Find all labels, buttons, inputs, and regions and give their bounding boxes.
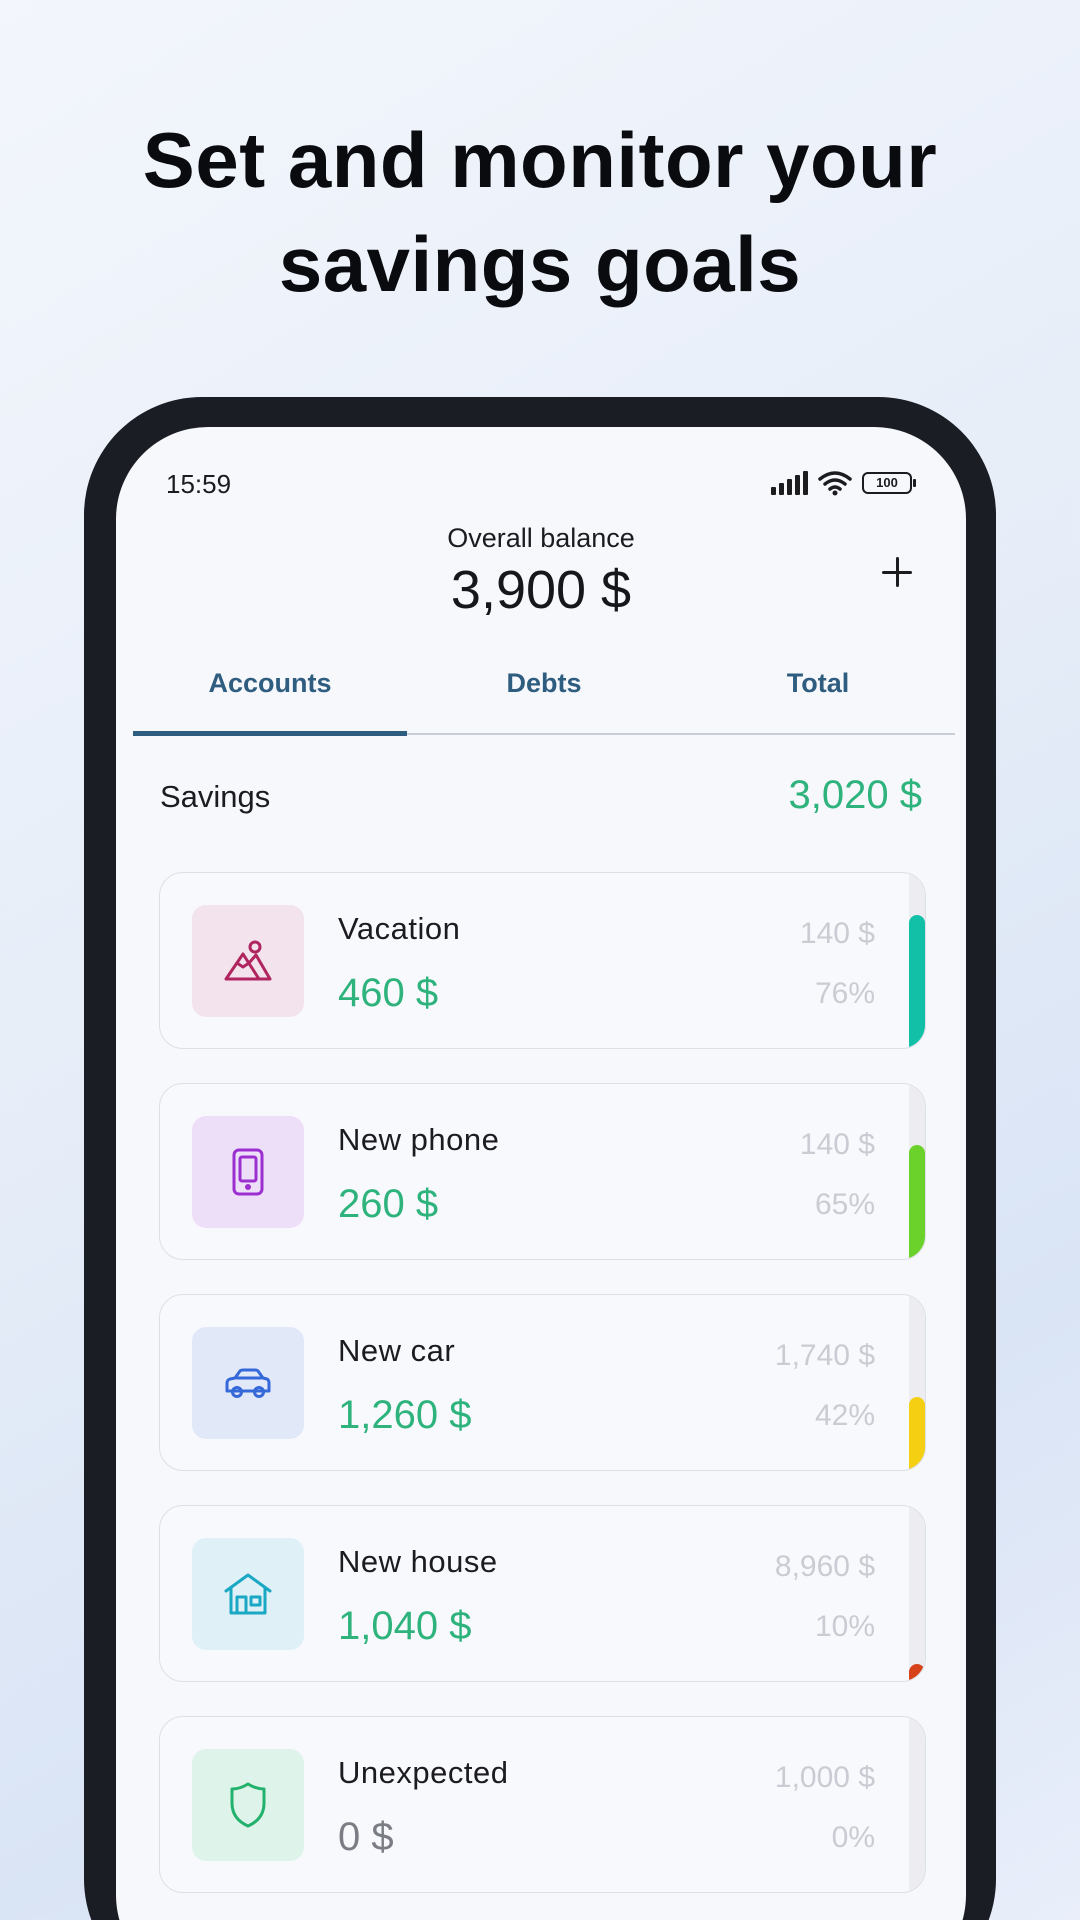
goal-icon-box	[192, 1116, 304, 1228]
add-button[interactable]	[872, 547, 922, 597]
goal-card-vacation[interactable]: Vacation 460 $ 140 $ 76%	[159, 872, 926, 1049]
balance-label: Overall balance	[447, 523, 635, 553]
tab-total[interactable]: Total	[681, 655, 955, 733]
section-label: Savings	[160, 779, 271, 814]
goal-progress-fill	[909, 1663, 925, 1681]
status-time: 15:59	[166, 469, 232, 499]
goal-card-new-phone[interactable]: New phone 260 $ 140 $ 65%	[159, 1083, 926, 1260]
tab-debts[interactable]: Debts	[407, 655, 681, 733]
goal-progress-fill	[909, 915, 925, 1048]
goal-saved: 260 $	[338, 1182, 439, 1226]
goal-card-new-car[interactable]: New car 1,260 $ 1,740 $ 42%	[159, 1294, 926, 1471]
mountain-icon	[224, 940, 272, 981]
goal-progress-fill	[909, 1396, 925, 1470]
wifi-icon	[818, 471, 852, 496]
phone-icon	[232, 1148, 264, 1196]
headline-line-1: Set and monitor your	[142, 116, 938, 204]
goal-remaining: 140 $	[799, 917, 875, 950]
headline: Set and monitor your savings goals	[0, 108, 1080, 316]
goal-name: Unexpected	[338, 1755, 509, 1790]
goal-name: New car	[338, 1333, 456, 1368]
goal-icon-box	[192, 1749, 304, 1861]
headline-line-2: savings goals	[278, 220, 802, 308]
goal-saved: 460 $	[338, 971, 439, 1015]
goal-progress-fill	[909, 1145, 925, 1259]
tab-accounts[interactable]: Accounts	[133, 655, 407, 736]
goal-name: New house	[338, 1544, 498, 1579]
goal-icon-box	[192, 1538, 304, 1650]
phone-screen: 15:59 100 Overall balance 3,900 $ Accoun…	[116, 427, 966, 1920]
balance-value: 3,900 $	[450, 560, 632, 620]
goal-card-unexpected[interactable]: Unexpected 0 $ 1,000 $ 0%	[159, 1716, 926, 1893]
goal-percent: 42%	[814, 1399, 875, 1432]
shield-icon	[230, 1782, 266, 1828]
goal-percent: 76%	[814, 977, 875, 1010]
goal-remaining: 1,740 $	[774, 1339, 875, 1372]
goal-percent: 10%	[814, 1610, 875, 1643]
goal-saved: 0 $	[338, 1815, 394, 1859]
goal-remaining: 1,000 $	[774, 1761, 875, 1794]
car-icon	[225, 1368, 271, 1398]
goal-name: New phone	[338, 1122, 500, 1157]
status-icons: 100	[771, 468, 916, 498]
goal-remaining: 140 $	[799, 1128, 875, 1161]
house-icon	[224, 1573, 272, 1615]
goal-list: Vacation 460 $ 140 $ 76% New phone 260 $…	[159, 872, 926, 1920]
goal-percent: 0%	[831, 1821, 875, 1854]
goal-percent: 65%	[814, 1188, 875, 1221]
goal-progress-track	[909, 873, 925, 1048]
goal-progress-track	[909, 1506, 925, 1681]
goal-card-new-house[interactable]: New house 1,040 $ 8,960 $ 10%	[159, 1505, 926, 1682]
tab-bar: Accounts Debts Total	[133, 655, 955, 736]
goal-icon-box	[192, 1327, 304, 1439]
goal-saved: 1,260 $	[338, 1393, 472, 1437]
goal-progress-track	[909, 1717, 925, 1892]
section-total: 3,020 $	[788, 773, 922, 817]
goal-name: Vacation	[338, 911, 461, 946]
goal-progress-track	[909, 1295, 925, 1470]
goal-progress-track	[909, 1084, 925, 1259]
goal-remaining: 8,960 $	[774, 1550, 875, 1583]
battery-icon: 100	[862, 472, 916, 494]
goal-icon-box	[192, 905, 304, 1017]
signal-icon	[771, 471, 808, 495]
goal-saved: 1,040 $	[338, 1604, 472, 1648]
